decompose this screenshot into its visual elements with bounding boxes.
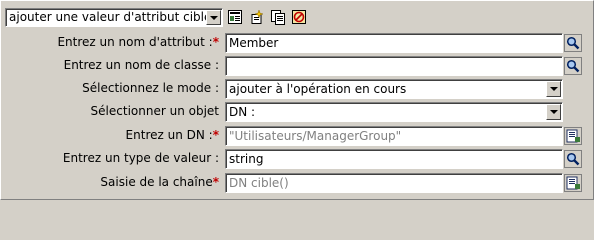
object-label: Sélectionner un objet (90, 104, 219, 118)
chevron-down-icon[interactable] (546, 104, 561, 120)
form-row-attribute-name: Entrez un nom d'attribut :* Member (1, 33, 594, 53)
class-name-input[interactable] (225, 56, 563, 76)
browse-icon[interactable] (564, 57, 582, 75)
argument-builder-icon[interactable] (564, 174, 582, 192)
class-name-label: Entrez un nom de classe : (63, 58, 219, 72)
mode-select[interactable]: ajouter à l'opération en cours (225, 79, 563, 99)
action-panel: ajouter une valeur d'attribut cible Entr… (0, 0, 594, 200)
action-type-select[interactable]: ajouter une valeur d'attribut cible (5, 8, 223, 27)
form-row-mode: Sélectionnez le mode : ajouter à l'opéra… (1, 79, 594, 99)
action-editor-icon[interactable] (227, 9, 243, 25)
form-row-class-name: Entrez un nom de classe : (1, 56, 594, 76)
attribute-name-label: Entrez un nom d'attribut :* (57, 35, 219, 49)
string-input-field[interactable]: DN cible() (225, 173, 563, 193)
value-type-label: Entrez un type de valeur : (62, 151, 219, 165)
browse-icon[interactable] (564, 150, 582, 168)
delete-action-icon[interactable] (291, 9, 307, 25)
object-select[interactable]: DN : (225, 102, 563, 122)
mode-label: Sélectionnez le mode : (82, 81, 219, 95)
form-row-dn: Entrez un DN :* "Utilisateurs/ManagerGro… (1, 126, 594, 146)
string-input-label: Saisie de la chaîne* (100, 175, 219, 189)
chevron-down-icon[interactable] (546, 81, 561, 97)
argument-builder-icon[interactable] (564, 127, 582, 145)
form-row-object: Sélectionner un objet DN : (1, 102, 594, 122)
dn-input[interactable]: "Utilisateurs/ManagerGroup" (225, 126, 563, 146)
copy-action-icon[interactable] (270, 9, 286, 25)
value-type-input[interactable]: string (225, 149, 563, 169)
attribute-name-input[interactable]: Member (225, 33, 563, 53)
add-action-icon[interactable] (250, 9, 266, 25)
dn-label: Entrez un DN :* (125, 128, 219, 142)
form-row-string-input: Saisie de la chaîne* DN cible() (1, 173, 594, 193)
action-type-value: ajouter une valeur d'attribut cible (9, 10, 212, 24)
browse-icon[interactable] (564, 34, 582, 52)
form-row-value-type: Entrez un type de valeur : string (1, 149, 594, 169)
chevron-down-icon[interactable] (206, 10, 221, 25)
